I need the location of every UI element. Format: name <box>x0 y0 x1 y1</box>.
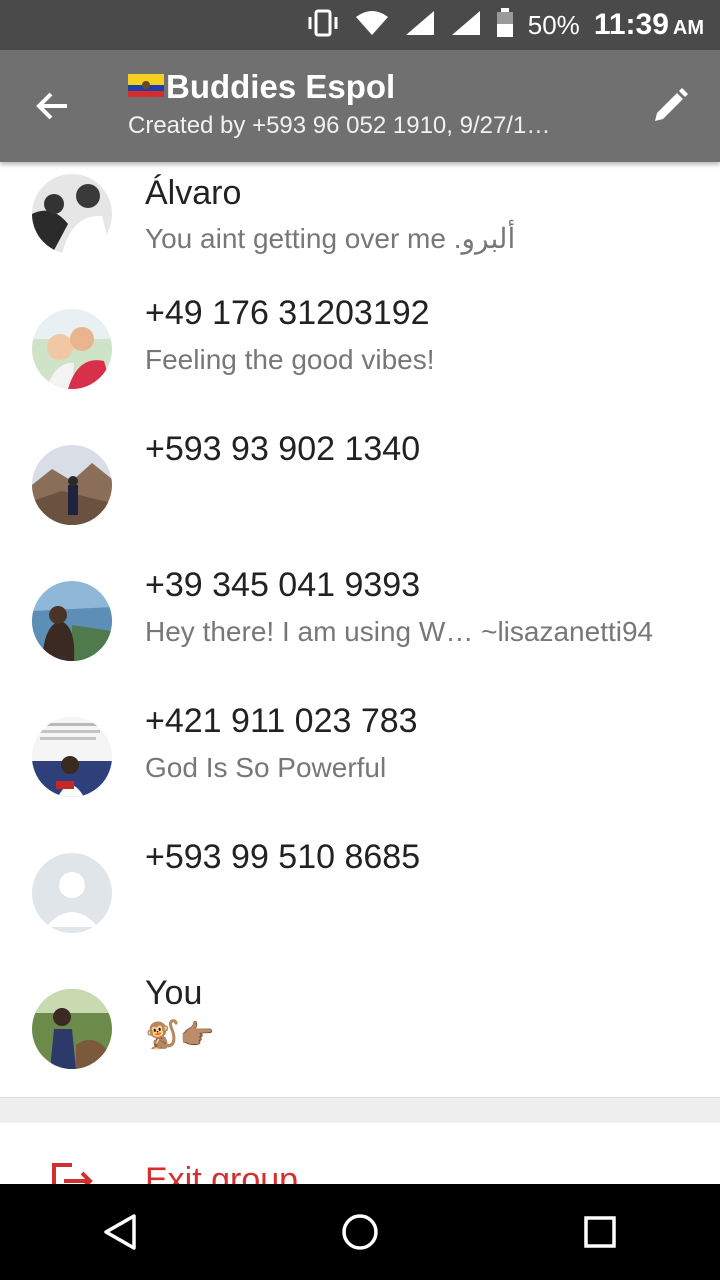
edit-button[interactable] <box>646 82 694 130</box>
participant-status: You aint getting over me .ألبرو <box>145 223 516 254</box>
avatar[interactable] <box>32 445 112 525</box>
signal-icon <box>404 9 436 42</box>
participant-name: +593 93 902 1340 <box>145 430 421 468</box>
avatar[interactable] <box>32 717 112 797</box>
battery-percent: 50% <box>527 9 580 40</box>
status-bar: 50% 11:39 AM <box>0 0 720 50</box>
exit-group-button[interactable]: Exit group <box>0 1123 720 1199</box>
participant-name: +39 345 041 9393 <box>145 566 421 604</box>
person-placeholder-icon <box>32 853 112 933</box>
group-subtitle: Created by +593 96 052 1910, 9/27/1… <box>128 112 551 139</box>
nav-recents-button[interactable] <box>560 1192 640 1272</box>
group-title-area[interactable]: Buddies Espol Created by +593 96 052 191… <box>128 68 598 140</box>
pencil-icon <box>655 88 688 121</box>
arrow-left-icon <box>36 92 67 120</box>
avatar[interactable] <box>32 174 112 254</box>
participant-name: +421 911 023 783 <box>145 702 418 740</box>
participant-status: Feeling the good vibes! <box>145 344 435 375</box>
participant-status: 🐒👉🏽 <box>145 1019 215 1050</box>
back-button[interactable] <box>30 84 74 128</box>
participant-name: +49 176 31203192 <box>145 294 430 332</box>
battery-icon <box>496 7 514 43</box>
participant-status: God Is So Powerful <box>145 752 387 783</box>
app-bar: Buddies Espol Created by +593 96 052 191… <box>0 50 720 162</box>
avatar[interactable] <box>32 309 112 389</box>
participant-row[interactable]: Álvaro You aint getting over me .ألبرو <box>0 162 720 282</box>
triangle-back-icon <box>104 1214 136 1250</box>
participant-row[interactable]: +593 93 902 1340 <box>0 418 720 554</box>
circle-home-icon <box>342 1214 378 1250</box>
avatar[interactable] <box>32 581 112 661</box>
navigation-bar <box>0 1184 720 1280</box>
default-avatar[interactable] <box>32 853 112 933</box>
wifi-icon <box>354 9 390 42</box>
participant-status: Hey there! I am using W… ~lisazanetti94 <box>145 616 654 647</box>
participant-list: Álvaro You aint getting over me .ألبرو +… <box>0 162 720 1098</box>
participant-row[interactable]: You 🐒👉🏽 <box>0 962 720 1098</box>
participant-name: +593 99 510 8685 <box>145 838 421 876</box>
participant-row[interactable]: +39 345 041 9393 Hey there! I am using W… <box>0 554 720 690</box>
participant-row[interactable]: +421 911 023 783 God Is So Powerful <box>0 690 720 826</box>
square-recents-icon <box>584 1216 616 1248</box>
nav-home-button[interactable] <box>320 1192 400 1272</box>
section-divider <box>0 1097 720 1124</box>
participant-name: Álvaro <box>145 174 242 212</box>
vibrate-icon <box>306 9 340 42</box>
clock: 11:39 AM <box>593 8 704 41</box>
group-title: Buddies Espol <box>166 68 396 105</box>
participant-row[interactable]: +593 99 510 8685 <box>0 826 720 962</box>
participant-name: You <box>145 974 203 1012</box>
ecuador-flag-icon <box>128 68 164 106</box>
avatar[interactable] <box>32 989 112 1069</box>
participant-row[interactable]: +49 176 31203192 Feeling the good vibes! <box>0 282 720 418</box>
signal-icon-2 <box>450 9 482 42</box>
nav-back-button[interactable] <box>80 1192 160 1272</box>
